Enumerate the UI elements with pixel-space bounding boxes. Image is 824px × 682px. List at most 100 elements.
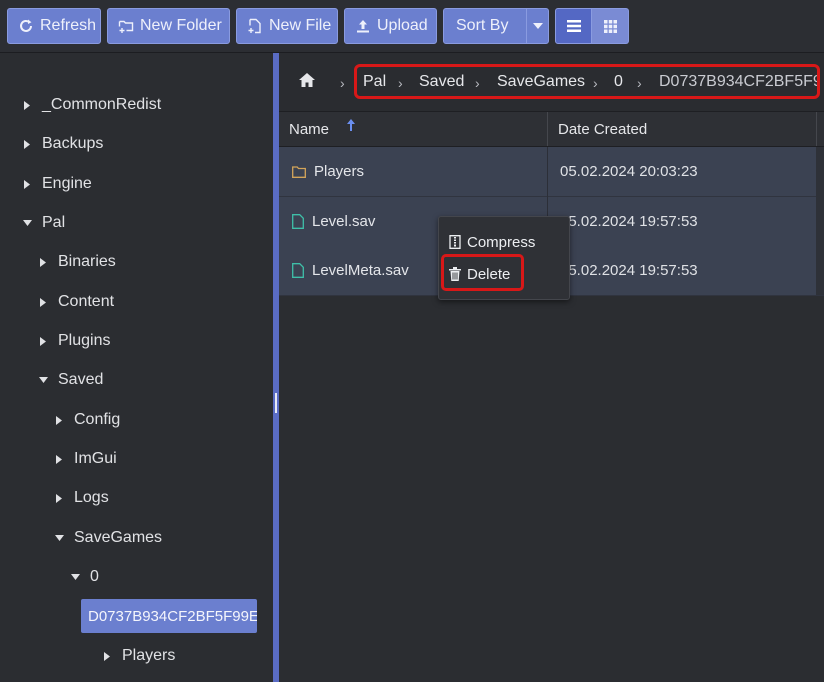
context-menu: Compress Delete — [438, 216, 570, 300]
chevron-right-icon[interactable] — [38, 336, 48, 346]
chevron-down-icon[interactable] — [70, 572, 80, 582]
date-created: 05.02.2024 19:57:53 — [560, 213, 698, 230]
chevron-down-icon[interactable] — [22, 218, 32, 228]
tree-item-label: _CommonRedist — [42, 96, 162, 113]
file-name: Level.sav — [312, 213, 376, 230]
tree-item-label: D0737B934CF2BF5F99E9 — [88, 607, 257, 625]
breadcrumb-item[interactable]: SaveGames — [497, 73, 585, 91]
tree-item-label: SaveGames — [74, 529, 163, 546]
tree-item-label: Logs — [74, 489, 109, 506]
tree-item[interactable]: 0 — [70, 565, 99, 589]
date-created: 05.02.2024 19:57:53 — [560, 262, 698, 279]
table-row[interactable]: Players 05.02.2024 20:03:23 — [279, 147, 824, 197]
tree-item-selected[interactable]: D0737B934CF2BF5F99E9 — [81, 599, 257, 633]
tree-item-label: Pal — [42, 214, 66, 231]
tree-item-label: Saved — [58, 371, 104, 388]
tree-item-label: 0 — [90, 568, 99, 585]
chevron-down-icon[interactable] — [526, 9, 548, 43]
tree-item-label: Binaries — [58, 253, 116, 270]
list-view-button[interactable] — [555, 8, 592, 44]
tree-item-label: Config — [74, 411, 121, 428]
tree-item[interactable]: Saved — [38, 368, 103, 392]
delete-menu-item[interactable]: Delete — [449, 262, 510, 286]
file-name: Players — [314, 163, 365, 180]
chevron-right-icon[interactable] — [22, 179, 32, 189]
chevron-right-icon: › — [637, 75, 642, 91]
new-folder-button[interactable]: New Folder — [107, 8, 230, 44]
new-file-button[interactable]: New File — [236, 8, 338, 44]
tree-item-label: Backups — [42, 135, 104, 152]
view-toggle-group — [555, 8, 629, 44]
breadcrumb-item[interactable]: Pal — [363, 73, 386, 91]
sort-by-dropdown[interactable]: Sort By — [443, 8, 549, 44]
chevron-right-icon[interactable] — [22, 100, 32, 110]
archive-icon — [449, 235, 461, 249]
tree-item[interactable]: ImGui — [54, 447, 117, 471]
chevron-right-icon[interactable] — [38, 257, 48, 267]
table-edge — [816, 147, 824, 295]
column-date-label: Date Created — [558, 120, 648, 138]
chevron-down-icon[interactable] — [38, 375, 48, 385]
new-file-label: New File — [269, 17, 332, 34]
file-icon — [292, 263, 304, 278]
column-name-label: Name — [289, 120, 330, 138]
column-header-name[interactable]: Name — [289, 112, 356, 146]
tree-item[interactable]: Logs — [54, 486, 109, 510]
chevron-right-icon[interactable] — [54, 493, 64, 503]
chevron-right-icon[interactable] — [54, 415, 64, 425]
new-folder-icon — [118, 20, 134, 33]
new-folder-label: New Folder — [140, 17, 222, 34]
table-header: Name Date Created — [279, 112, 824, 147]
new-file-icon — [248, 18, 261, 34]
column-divider[interactable] — [816, 112, 817, 146]
tree-item[interactable]: Players — [102, 644, 175, 668]
sort-by-label[interactable]: Sort By — [444, 9, 520, 43]
tree-item[interactable]: Engine — [22, 172, 92, 196]
tree-item[interactable]: SaveGames — [54, 526, 162, 550]
folder-icon — [292, 165, 306, 178]
upload-button[interactable]: Upload — [344, 8, 437, 44]
tree-item[interactable]: Plugins — [38, 329, 110, 353]
tree-item-label: Engine — [42, 175, 92, 192]
list-view-icon — [566, 20, 581, 32]
tree-item[interactable]: _CommonRedist — [22, 93, 161, 117]
refresh-icon — [20, 19, 32, 32]
date-created: 05.02.2024 20:03:23 — [560, 163, 698, 180]
toolbar: Refresh New Folder New File Upload Sort … — [0, 0, 824, 53]
chevron-down-icon[interactable] — [54, 533, 64, 543]
splitter-grip — [275, 393, 277, 413]
upload-icon — [357, 20, 369, 33]
tree-item-label: Plugins — [58, 332, 111, 349]
refresh-label: Refresh — [40, 17, 97, 34]
breadcrumb: › Pal › Saved › SaveGames › 0 › D0737B93… — [279, 53, 824, 112]
chevron-right-icon[interactable] — [22, 139, 32, 149]
tree-item[interactable]: Pal — [22, 211, 65, 235]
breadcrumb-current: D0737B934CF2BF5F99E9 — [659, 73, 817, 90]
file-name: LevelMeta.sav — [312, 262, 409, 279]
grid-view-icon — [603, 19, 617, 33]
tree-item[interactable]: Backups — [22, 132, 103, 156]
folder-tree: _CommonRedist Backups Engine Pal Binarie… — [0, 53, 273, 682]
breadcrumb-item[interactable]: Saved — [419, 73, 464, 91]
tree-item[interactable]: Config — [54, 408, 120, 432]
upload-label: Upload — [377, 17, 428, 34]
delete-label: Delete — [467, 265, 511, 283]
chevron-right-icon: › — [398, 75, 403, 91]
chevron-right-icon[interactable] — [38, 297, 48, 307]
tree-item[interactable]: Binaries — [38, 250, 116, 274]
tree-item-label: Players — [122, 647, 176, 664]
chevron-right-icon[interactable] — [54, 454, 64, 464]
column-header-date[interactable]: Date Created — [558, 112, 647, 146]
breadcrumb-item[interactable]: 0 — [614, 73, 623, 91]
compress-menu-item[interactable]: Compress — [449, 230, 535, 254]
chevron-right-icon: › — [340, 75, 345, 91]
column-divider[interactable] — [547, 112, 548, 146]
home-icon[interactable] — [299, 73, 315, 91]
grid-view-button[interactable] — [592, 8, 629, 44]
trash-icon — [449, 267, 461, 281]
file-icon — [292, 214, 304, 229]
chevron-right-icon[interactable] — [102, 651, 112, 661]
refresh-button[interactable]: Refresh — [7, 8, 101, 44]
tree-item[interactable]: Content — [38, 290, 114, 314]
chevron-right-icon: › — [475, 75, 480, 91]
